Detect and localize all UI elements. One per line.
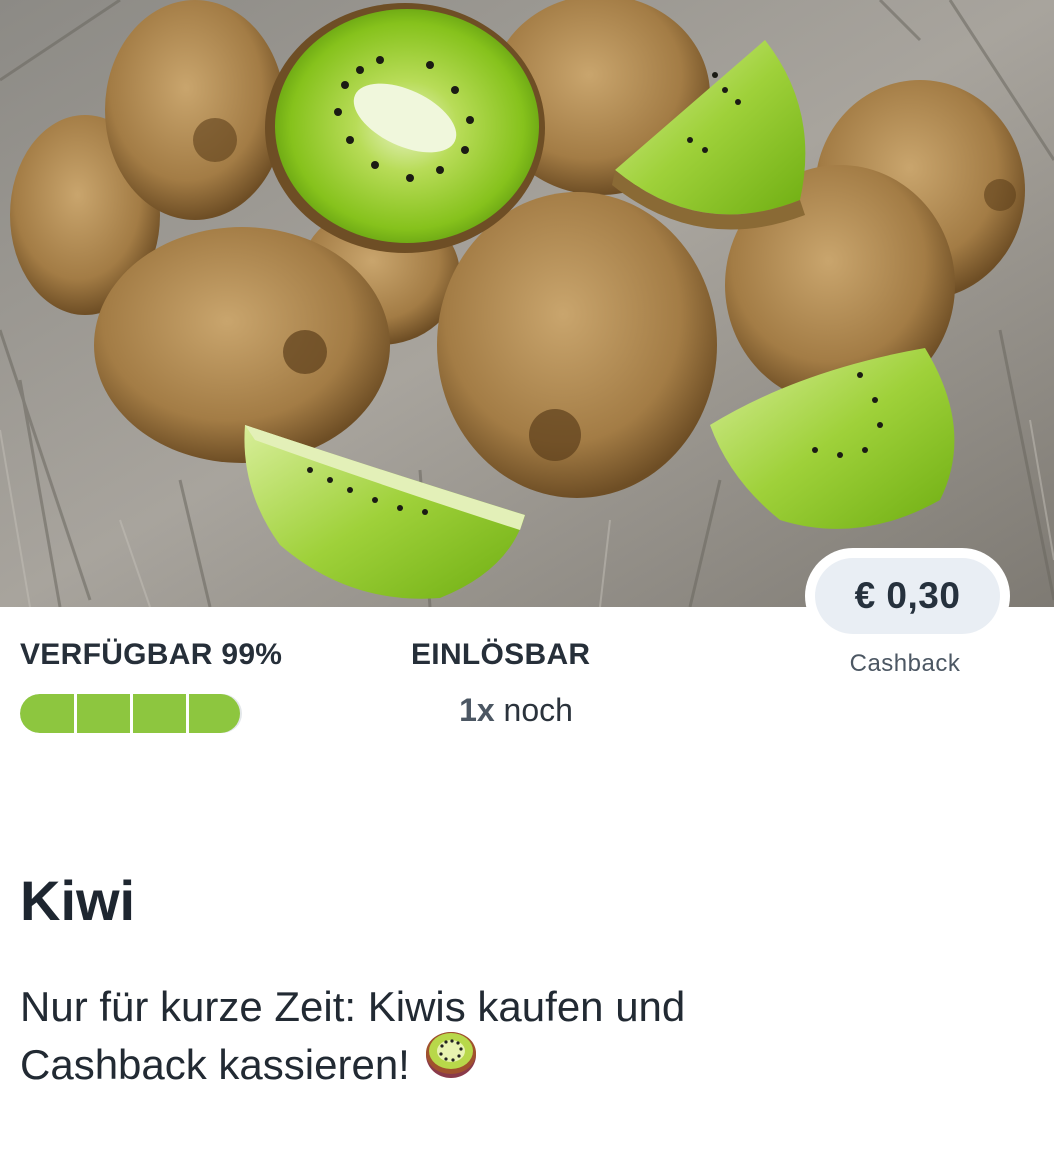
redeemable-count-number: 1x <box>459 692 495 728</box>
product-image <box>0 0 1054 607</box>
cashback-badge: € 0,30 <box>805 548 1010 644</box>
cashback-amount: € 0,30 <box>815 558 1000 634</box>
redeemable-count-suffix: noch <box>503 692 573 728</box>
availability-label: VERFÜGBAR 99% <box>20 638 283 671</box>
kiwi-emoji-icon <box>424 1030 478 1095</box>
cashback-label: Cashback <box>849 650 961 677</box>
description-line-2: Cashback kassieren! <box>20 1032 1020 1095</box>
product-description: Nur für kurze Zeit: Kiwis kaufen und Cas… <box>20 978 1020 1095</box>
progress-segment-divider <box>186 694 189 733</box>
redeemable-label: EINLÖSBAR <box>411 638 591 671</box>
progress-segment-divider <box>130 694 133 733</box>
description-line-1: Nur für kurze Zeit: Kiwis kaufen und <box>20 983 686 1030</box>
availability-progress-bar <box>20 694 242 733</box>
product-title: Kiwi <box>20 869 136 932</box>
progress-segment-divider <box>74 694 77 733</box>
redeemable-count: 1x noch <box>411 692 621 729</box>
description-line-2-text: Cashback kassieren! <box>20 1041 410 1088</box>
